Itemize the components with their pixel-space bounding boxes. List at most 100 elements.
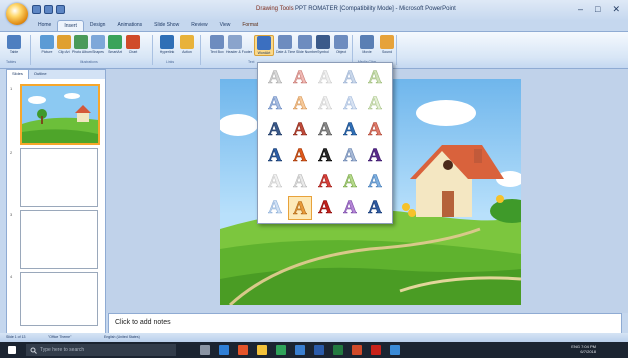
wordart-style-11[interactable]: A bbox=[263, 118, 287, 142]
wordart-style-7[interactable]: A bbox=[288, 92, 312, 116]
tab-home[interactable]: Home bbox=[32, 20, 57, 31]
wordart-style-21[interactable]: A bbox=[263, 170, 287, 194]
ribbon-button-label: Movie bbox=[362, 50, 372, 54]
ribbon-button-label: Sound bbox=[381, 50, 393, 54]
wordart-style-13[interactable]: A bbox=[313, 118, 337, 142]
ribbon-separator bbox=[396, 35, 397, 65]
tab-slides[interactable]: Slides bbox=[7, 70, 29, 79]
powerpoint-icon[interactable] bbox=[352, 345, 362, 355]
textbox-button[interactable]: Text Box bbox=[208, 35, 226, 54]
wordart-style-1[interactable]: A bbox=[263, 66, 287, 90]
movie-button[interactable]: Movie bbox=[358, 35, 376, 54]
tab-view[interactable]: View bbox=[214, 20, 237, 31]
task-view-icon[interactable] bbox=[200, 345, 210, 355]
wordart-style-29[interactable]: A bbox=[338, 196, 362, 220]
smartart-button[interactable]: SmartArt bbox=[106, 35, 124, 54]
slide-thumbnail-1[interactable] bbox=[20, 84, 100, 145]
explorer-icon[interactable] bbox=[257, 345, 267, 355]
wordart-style-27[interactable]: A bbox=[288, 196, 312, 220]
tab-slide-show[interactable]: Slide Show bbox=[148, 20, 185, 31]
chart-button[interactable]: Chart bbox=[124, 35, 142, 54]
hyperlink-button[interactable]: Hyperlink bbox=[158, 35, 176, 54]
symbol-button[interactable]: Symbol bbox=[314, 35, 332, 54]
minimize-button[interactable]: – bbox=[578, 4, 583, 15]
slide-thumbnail-3[interactable] bbox=[20, 210, 98, 269]
sound-button[interactable]: Sound bbox=[378, 35, 396, 54]
save-icon[interactable] bbox=[32, 5, 41, 14]
clipart-button[interactable]: Clip Art bbox=[55, 35, 73, 54]
slide-thumbnail-2[interactable] bbox=[20, 148, 98, 207]
date-time-button[interactable]: Date & Time bbox=[276, 35, 295, 54]
maximize-button[interactable]: □ bbox=[595, 4, 600, 15]
store-icon[interactable] bbox=[276, 345, 286, 355]
title-bar: Drawing Tools PPT ROMATER [Compatibility… bbox=[0, 0, 628, 20]
context-tool-title: Drawing Tools bbox=[256, 6, 294, 12]
wordart-style-15[interactable]: A bbox=[363, 118, 387, 142]
wordart-style-12[interactable]: A bbox=[288, 118, 312, 142]
ribbon-button-label: SmartArt bbox=[108, 50, 122, 54]
wordart-style-25[interactable]: A bbox=[363, 170, 387, 194]
date-time-icon bbox=[278, 35, 292, 49]
slide-number-button[interactable]: Slide Number bbox=[296, 35, 317, 54]
tab-outline[interactable]: Outline bbox=[29, 70, 52, 79]
wordart-style-20[interactable]: A bbox=[363, 144, 387, 168]
notes-pane[interactable]: Click to add notes bbox=[108, 313, 622, 335]
wordart-style-17[interactable]: A bbox=[288, 144, 312, 168]
close-button[interactable]: ✕ bbox=[612, 4, 620, 15]
undo-icon[interactable] bbox=[44, 5, 53, 14]
office-button[interactable] bbox=[6, 3, 28, 25]
wordart-style-2[interactable]: A bbox=[288, 66, 312, 90]
wordart-style-19[interactable]: A bbox=[338, 144, 362, 168]
picture-button[interactable]: Picture bbox=[38, 35, 56, 54]
tab-review[interactable]: Review bbox=[185, 20, 213, 31]
chrome-icon[interactable] bbox=[238, 345, 248, 355]
slide-thumbnail-image bbox=[22, 86, 98, 143]
word-icon[interactable] bbox=[314, 345, 324, 355]
shapes-button[interactable]: Shapes bbox=[89, 35, 107, 54]
ribbon-separator bbox=[200, 35, 201, 65]
table-button[interactable]: Table bbox=[5, 35, 23, 54]
slide-number: 1 bbox=[10, 86, 13, 91]
ribbon-button-label: Photo Album bbox=[72, 50, 92, 54]
windows-start-icon[interactable] bbox=[8, 346, 16, 354]
header-footer-button[interactable]: Header & Footer bbox=[226, 35, 252, 54]
clock[interactable]: ENG 7:04 PM 6/7/2018 bbox=[571, 344, 596, 354]
wordart-style-10[interactable]: A bbox=[363, 92, 387, 116]
tab-format[interactable]: Format bbox=[236, 20, 264, 31]
wordart-style-24[interactable]: A bbox=[338, 170, 362, 194]
wordart-style-3[interactable]: A bbox=[313, 66, 337, 90]
wordart-style-8[interactable]: A bbox=[313, 92, 337, 116]
slide-number-icon bbox=[298, 35, 312, 49]
excel-icon[interactable] bbox=[333, 345, 343, 355]
wordart-style-22[interactable]: A bbox=[288, 170, 312, 194]
tab-animations[interactable]: Animations bbox=[111, 20, 148, 31]
wordart-style-23[interactable]: A bbox=[313, 170, 337, 194]
wordart-style-9[interactable]: A bbox=[338, 92, 362, 116]
wordart-button[interactable]: WordArt bbox=[254, 35, 274, 56]
wordart-style-5[interactable]: A bbox=[363, 66, 387, 90]
action-button[interactable]: Action bbox=[178, 35, 196, 54]
object-button[interactable]: Object bbox=[332, 35, 350, 54]
slide-thumbnail-4[interactable] bbox=[20, 272, 98, 326]
wordart-style-14[interactable]: A bbox=[338, 118, 362, 142]
ribbon-group-label: Links bbox=[166, 60, 175, 64]
wordart-style-30[interactable]: A bbox=[363, 196, 387, 220]
wordart-style-6[interactable]: A bbox=[263, 92, 287, 116]
app-icon[interactable] bbox=[390, 345, 400, 355]
edge-icon[interactable] bbox=[219, 345, 229, 355]
wordart-style-28[interactable]: A bbox=[313, 196, 337, 220]
photo-album-button[interactable]: Photo Album bbox=[72, 35, 92, 54]
mail-icon[interactable] bbox=[295, 345, 305, 355]
ribbon-button-label: Header & Footer bbox=[226, 50, 252, 54]
ribbon-separator bbox=[30, 35, 31, 65]
slide-number: 3 bbox=[10, 212, 13, 217]
acrobat-icon[interactable] bbox=[371, 345, 381, 355]
ribbon-button-label: Clip Art bbox=[58, 50, 70, 54]
wordart-style-16[interactable]: A bbox=[263, 144, 287, 168]
redo-icon[interactable] bbox=[56, 5, 65, 14]
wordart-style-18[interactable]: A bbox=[313, 144, 337, 168]
taskbar-search[interactable]: Type here to search bbox=[26, 344, 176, 356]
tab-design[interactable]: Design bbox=[84, 20, 112, 31]
wordart-style-4[interactable]: A bbox=[338, 66, 362, 90]
wordart-style-26[interactable]: A bbox=[263, 196, 287, 220]
